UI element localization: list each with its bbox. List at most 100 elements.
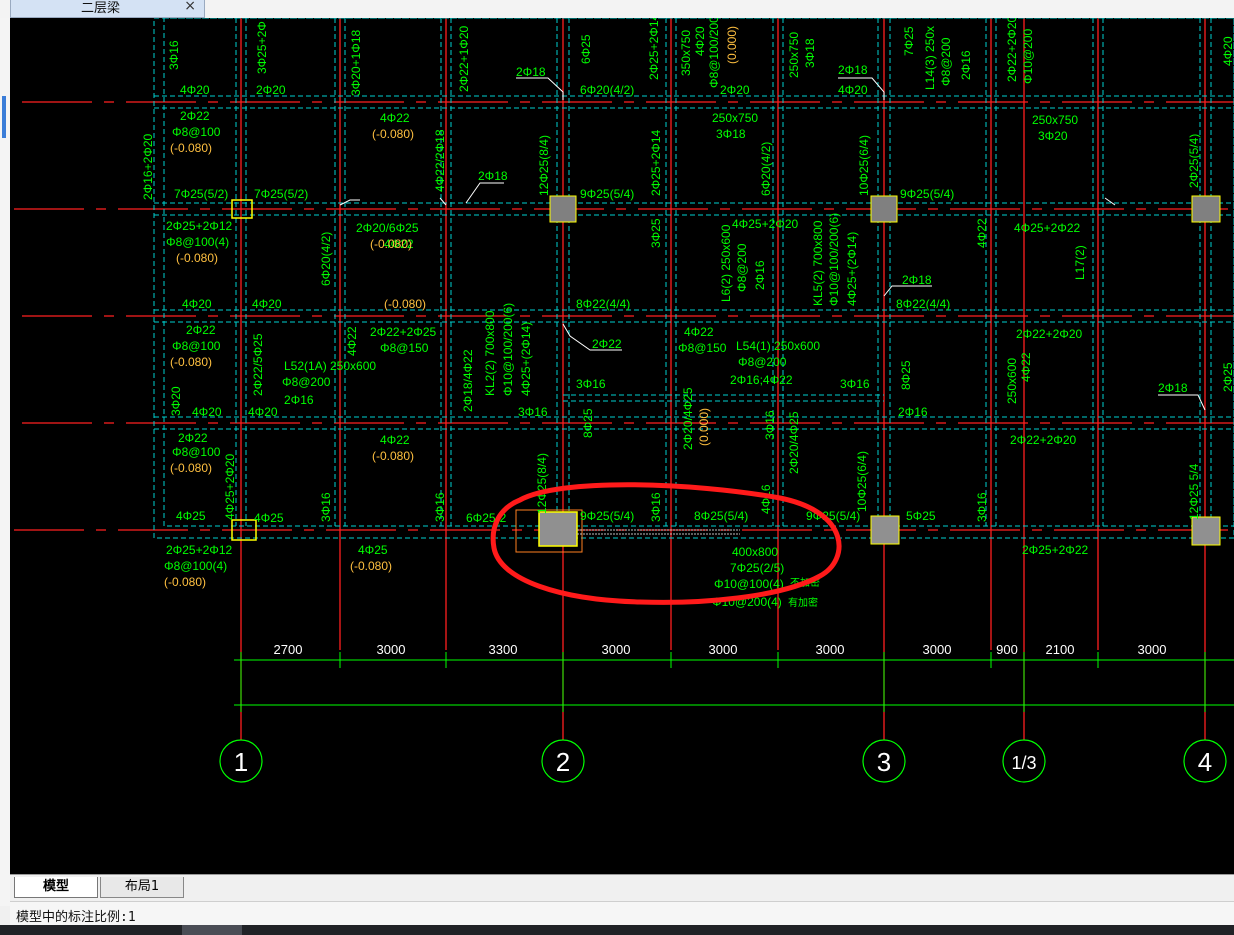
beam-label: 12Φ25(8/4): [537, 135, 551, 196]
beam-label: 4Φ22: [345, 326, 359, 356]
status-bar: 模型中的标注比例:1: [10, 901, 1234, 926]
beam-label: 4Φ25+2Φ22: [1014, 221, 1081, 235]
beam-label: L52(1A): [284, 359, 327, 373]
beam-label: Φ10@100(4): [714, 577, 784, 591]
taskbar: [0, 925, 1234, 935]
elevation-label: (-0.080): [350, 559, 392, 573]
annotation-scale-text: 模型中的标注比例:1: [16, 910, 136, 925]
cad-drawing[interactable]: 3Φ16 3Φ25+2Φ 3Φ20+1Φ18 2Φ22+1Φ20 6Φ25 2Φ…: [10, 18, 1234, 874]
beam-label: 400x800: [732, 545, 778, 559]
document-tab-bar: 二层梁 ×: [0, 0, 1234, 19]
note-text: 有加密: [788, 596, 818, 609]
beam-label: 8Φ25: [899, 360, 913, 390]
beam-label: 2Φ25+2Φ12: [166, 219, 233, 233]
beam-label: 2Φ18/4Φ22: [461, 349, 475, 412]
beam-label: 2Φ16+2Φ20: [141, 133, 155, 200]
beam-label: 4Φ22/2Φ18: [433, 129, 447, 192]
dimension-label: 3000: [923, 642, 952, 657]
drawing-canvas[interactable]: 3Φ16 3Φ25+2Φ 3Φ20+1Φ18 2Φ22+1Φ20 6Φ25 2Φ…: [10, 18, 1234, 874]
dimension-label: 3000: [1138, 642, 1167, 657]
document-tab[interactable]: 二层梁 ×: [10, 0, 205, 18]
beam-label: 9Φ25(5/4): [900, 187, 954, 201]
beam-label: 2Φ22: [592, 337, 622, 351]
beam-label: 2Φ16: [959, 50, 973, 80]
beam-label: 2Φ25+2Φ12: [166, 543, 233, 557]
dimension-label: 2100: [1046, 642, 1075, 657]
beam-label: 2Φ16: [753, 260, 767, 290]
beam-label: 4Φ25+(2Φ14): [519, 322, 533, 396]
tab-model[interactable]: 模型: [14, 877, 98, 898]
beam-label: 9Φ25(5/4): [580, 509, 634, 523]
beam-label: 7Φ25(5/2): [254, 187, 308, 201]
beam-label: 2Φ22+1Φ20: [457, 25, 471, 92]
beam-label: 3Φ16: [319, 492, 333, 522]
beam-label: Φ8@100(4): [164, 559, 227, 573]
beam-label: 2Φ25+2Φ14: [647, 18, 661, 80]
beam-label: 4Φ16: [759, 484, 773, 514]
dimension-label: 3000: [709, 642, 738, 657]
close-icon[interactable]: ×: [184, 0, 196, 14]
beam-label: 250x750: [787, 32, 801, 78]
beam-label: 2Φ20/6Φ25: [356, 221, 419, 235]
beam-label: 8Φ25: [581, 408, 595, 438]
layout-tab-bar: 模型 布局1: [10, 874, 1234, 901]
beam-label: 4Φ22: [684, 325, 714, 339]
beam-label: 3Φ25+2Φ: [255, 21, 269, 74]
beam-label: 2Φ20/4Φ25: [787, 411, 801, 474]
beam-label: 7Φ25(2/5): [730, 561, 784, 575]
elevation-label: (-0.080): [170, 461, 212, 475]
beam-label: 3Φ18: [803, 38, 817, 68]
beam-label: 4Φ20: [192, 405, 222, 419]
beam-label: 4Φ20: [252, 297, 282, 311]
beam-label: 10Φ25(6/4): [855, 451, 869, 512]
beam-label: 3Φ16: [975, 492, 989, 522]
beam-label: 7Φ25: [902, 26, 916, 56]
axis-label: 4: [1198, 747, 1212, 777]
beam-label: 6Φ20(4/2): [319, 232, 333, 286]
beam-label: 2Φ22: [186, 323, 216, 337]
elevation-label: (-0.080): [170, 141, 212, 155]
beam-label: Φ8@200: [735, 243, 749, 292]
beam-label: Φ8@100: [172, 125, 221, 139]
beam-label: 250x600: [1005, 358, 1019, 404]
taskbar-item[interactable]: [182, 925, 242, 935]
beam-label: KL5(2) 700x800: [811, 220, 825, 306]
beam-label: 2Φ20: [256, 83, 286, 97]
elevation-label: (-0.080): [372, 449, 414, 463]
elevation-label: (-0.080): [170, 355, 212, 369]
dimension-label: 3300: [489, 642, 518, 657]
beam-label: 3Φ16: [649, 492, 663, 522]
axis-label: 1: [234, 747, 248, 777]
beam-label: 350x750: [679, 30, 693, 76]
beam-label: 2Φ22+2Φ25: [370, 325, 437, 339]
dimension-label: 3000: [377, 642, 406, 657]
beam-label: KL2(2) 700x800: [483, 310, 497, 396]
beam-label: 3Φ16: [763, 410, 777, 440]
beam-label: Φ8@150: [678, 341, 727, 355]
beam-label: 4Φ20: [180, 83, 210, 97]
beam-label: 2Φ20: [720, 83, 750, 97]
beam-label: 6Φ20(4/2): [759, 142, 773, 196]
beam-label: 2Φ16: [284, 393, 314, 407]
beam-label: 2Φ22+2Φ20: [1016, 327, 1083, 341]
beam-label: 4Φ25+(2Φ14): [845, 232, 859, 306]
elevation-label: (-0.080): [370, 237, 412, 251]
elevation-label: (-0.080): [176, 251, 218, 265]
beam-label: 4Φ25: [254, 511, 284, 525]
beam-label: Φ8@100(4): [166, 235, 229, 249]
beam-label: 3Φ20: [169, 386, 183, 416]
tab-layout1[interactable]: 布局1: [100, 877, 184, 898]
beam-label: 4Φ20: [182, 297, 212, 311]
beam-label: Φ10@200: [1021, 29, 1035, 84]
beam-label: 4Φ20: [1221, 36, 1234, 66]
beam-label: L17(2): [1073, 245, 1087, 280]
beam-label: Φ8@100/200: [707, 18, 721, 88]
beam-label: 12Φ25(8/4): [535, 453, 549, 514]
beam-label: 8Φ22(4/4): [576, 297, 630, 311]
beam-label: 4Φ22: [1019, 352, 1033, 382]
beam-label: 3Φ18: [716, 127, 746, 141]
beam-label: 3Φ25: [649, 218, 663, 248]
beam-label: 10Φ25(6/4): [857, 135, 871, 196]
left-panel-edge: [0, 18, 10, 906]
beam-label: 2Φ25(5/4): [1187, 134, 1201, 188]
